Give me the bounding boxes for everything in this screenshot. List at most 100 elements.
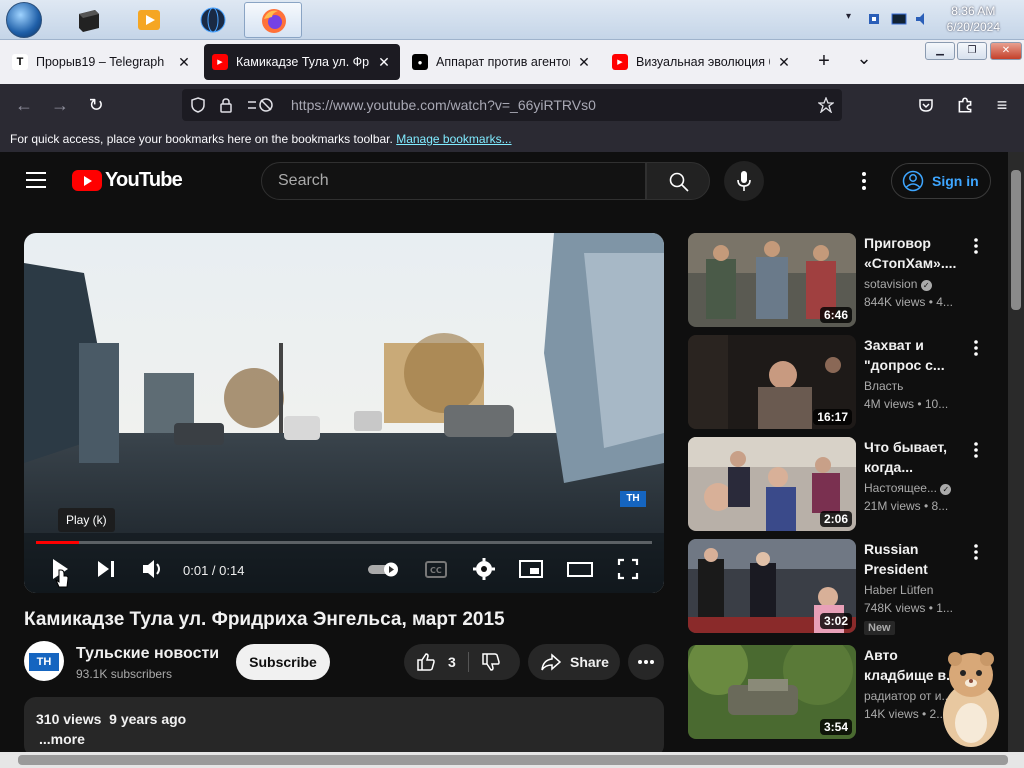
settings-gear-icon[interactable] <box>472 555 496 583</box>
volume-icon[interactable] <box>141 555 165 583</box>
taskbar-app-1[interactable] <box>60 2 118 38</box>
subtitles-icon[interactable]: CC <box>424 555 448 583</box>
description-box[interactable]: 310 views 9 years ago ...more <box>24 697 664 752</box>
browser-nav-bar: ← → ↻ https://www.youtube.com/watch?v=_6… <box>0 84 1024 126</box>
vertical-scrollbar[interactable] <box>1008 152 1024 752</box>
shield-icon[interactable] <box>190 97 206 113</box>
tab-telegraph[interactable]: T Прорыв19 – Telegraph ✕ <box>4 44 200 80</box>
new-tab-button[interactable]: + <box>814 50 834 73</box>
telegraph-favicon-icon: T <box>12 54 28 70</box>
video-thumbnail[interactable]: 3:54 <box>688 645 856 739</box>
search-button[interactable] <box>646 162 710 200</box>
volume-tray-icon[interactable] <box>914 11 930 27</box>
back-arrow-icon[interactable]: ← <box>12 93 36 117</box>
scrollbar-thumb[interactable] <box>18 755 1008 765</box>
show-more-link[interactable]: ...more <box>36 729 652 749</box>
recommended-title[interactable]: Захват и "допрос с... <box>864 335 964 375</box>
tab-close-icon[interactable]: ✕ <box>776 54 792 71</box>
video-duration: 16:17 <box>813 409 852 425</box>
tab-close-icon[interactable]: ✕ <box>576 54 592 71</box>
tray-expand-icon[interactable]: ▾ <box>846 11 862 27</box>
guide-menu-icon[interactable] <box>26 172 46 188</box>
search-input[interactable]: Search <box>261 162 646 200</box>
menu-hamburger-icon[interactable]: ≡ <box>990 93 1014 117</box>
recommended-channel[interactable]: Настоящее... ✓ <box>864 481 974 495</box>
tab-youtube-active[interactable]: ▶ Камикадзе Тула ул. Фридрихa Энгельса, … <box>204 44 400 80</box>
pocket-icon[interactable] <box>918 97 934 113</box>
recommended-title[interactable]: Приговор «СтопХам».... <box>864 233 964 273</box>
like-button[interactable]: 3 <box>404 644 468 680</box>
horizontal-scrollbar[interactable] <box>0 752 1024 768</box>
close-window-button[interactable]: ✕ <box>990 42 1022 60</box>
voice-search-button[interactable] <box>724 161 764 201</box>
fullscreen-icon[interactable] <box>616 555 640 583</box>
network-tray-icon[interactable] <box>866 11 882 27</box>
tab-label: Аппарат против агентов <box>436 55 570 69</box>
more-actions-button[interactable] <box>628 644 664 680</box>
dislike-button[interactable] <box>469 644 520 680</box>
maximize-button[interactable]: ❐ <box>957 42 987 60</box>
channel-name[interactable]: Тульские новости <box>76 645 219 663</box>
video-thumbnail[interactable]: 3:02 <box>688 539 856 633</box>
video-thumbnail[interactable]: 2:06 <box>688 437 856 531</box>
tab-close-icon[interactable]: ✕ <box>376 54 392 71</box>
autoplay-toggle-icon[interactable] <box>366 555 402 583</box>
taskbar-app-globe[interactable] <box>184 2 242 38</box>
video-options-icon[interactable] <box>972 543 980 561</box>
system-clock[interactable]: 8:36 AM 6/20/2024 <box>947 3 1000 35</box>
recommended-channel[interactable]: sotavision ✓ <box>864 277 974 291</box>
channel-label: Настоящее... <box>864 481 937 495</box>
video-duration: 6:46 <box>819 307 852 323</box>
manage-bookmarks-link[interactable]: Manage bookmarks... <box>396 132 511 146</box>
scrollbar-thumb[interactable] <box>1011 170 1021 310</box>
recommended-title[interactable]: Russian President Puti... <box>864 539 964 579</box>
youtube-page: YouTube Search Sign in TH Play (k) 0:01 … <box>0 152 1008 752</box>
recommended-video[interactable]: 16:17 Захват и "допрос с... Власть 4M vi… <box>688 335 998 429</box>
globe-icon <box>200 7 226 33</box>
taskbar-app-firefox[interactable] <box>244 2 302 38</box>
reload-icon[interactable]: ↻ <box>84 93 108 117</box>
video-player[interactable]: TH Play (k) 0:01 / 0:14 CC <box>24 233 664 593</box>
video-thumbnail[interactable]: 16:17 <box>688 335 856 429</box>
video-options-icon[interactable] <box>972 441 980 459</box>
share-button[interactable]: Share <box>528 644 620 680</box>
list-all-tabs-button[interactable]: ⌄ <box>854 48 874 69</box>
recommended-video[interactable]: 6:46 Приговор «СтопХам».... sotavision ✓… <box>688 233 998 327</box>
recommended-title[interactable]: Что бывает, когда... <box>864 437 964 477</box>
video-thumbnail[interactable]: 6:46 <box>688 233 856 327</box>
start-button[interactable] <box>6 2 42 38</box>
tab-youtube-brand[interactable]: ▶ Визуальная эволюция бренда ✕ <box>604 44 800 80</box>
taskbar-app-media[interactable] <box>120 2 178 38</box>
bookmark-star-icon[interactable] <box>818 97 834 113</box>
lock-icon[interactable] <box>218 97 234 113</box>
recommended-channel[interactable]: Власть <box>864 379 974 393</box>
next-video-icon[interactable] <box>95 555 117 583</box>
media-player-icon <box>138 10 160 30</box>
sign-in-button[interactable]: Sign in <box>891 163 991 199</box>
miniplayer-icon[interactable] <box>518 555 544 583</box>
forward-arrow-icon[interactable]: → <box>48 93 72 117</box>
video-duration: 3:54 <box>819 719 852 735</box>
youtube-logo[interactable]: YouTube <box>72 169 183 191</box>
clock-time: 8:36 AM <box>951 4 996 18</box>
display-tray-icon[interactable] <box>891 11 907 27</box>
view-count: 310 views <box>36 711 102 727</box>
url-bar[interactable]: https://www.youtube.com/watch?v=_66yiRTR… <box>182 89 842 121</box>
recommended-video[interactable]: 3:02 Russian President Puti... Haber Lüt… <box>688 539 998 635</box>
extensions-puzzle-icon[interactable] <box>956 96 974 114</box>
recommended-video[interactable]: 2:06 Что бывает, когда... Настоящее... ✓… <box>688 437 998 531</box>
more-options-icon[interactable] <box>856 171 872 191</box>
permissions-icon[interactable] <box>246 97 274 113</box>
recommended-channel[interactable]: Haber Lütfen <box>864 583 974 597</box>
tab-third[interactable]: ● Аппарат против агентов ✕ <box>404 44 600 80</box>
minimize-button[interactable]: ▁ <box>925 42 955 60</box>
tab-close-icon[interactable]: ✕ <box>176 54 192 71</box>
channel-watermark[interactable]: TH <box>620 491 646 507</box>
video-options-icon[interactable] <box>972 237 980 255</box>
subscribe-button[interactable]: Subscribe <box>236 644 330 680</box>
video-options-icon[interactable] <box>972 339 980 357</box>
sign-in-label: Sign in <box>932 173 979 189</box>
channel-avatar[interactable]: TH <box>24 641 64 681</box>
progress-bar[interactable] <box>36 541 652 544</box>
theater-mode-icon[interactable] <box>566 555 594 583</box>
